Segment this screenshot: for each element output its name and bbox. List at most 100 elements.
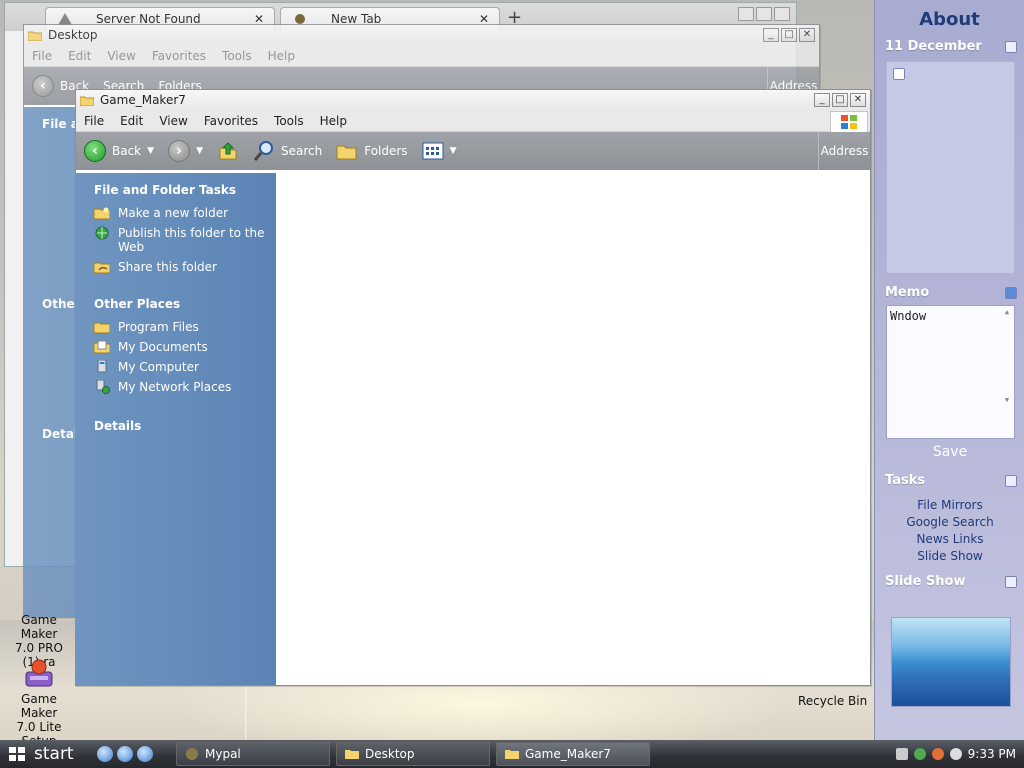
folder-icon xyxy=(80,96,94,106)
toolbar: ‹ Back ▼ › ▼ Search Folders ▼ Address xyxy=(76,132,870,170)
close-button[interactable]: ✕ xyxy=(799,28,815,42)
task-link-news-links[interactable]: News Links xyxy=(875,531,1024,548)
calendar-date: 11 December xyxy=(885,39,982,54)
details-heading[interactable]: Details xyxy=(94,419,276,433)
menu-favorites[interactable]: Favorites xyxy=(152,49,206,63)
up-folder-button[interactable] xyxy=(217,140,239,162)
chevron-down-icon[interactable]: ▼ xyxy=(147,146,154,156)
task-share-folder[interactable]: Share this folder xyxy=(76,257,276,277)
system-tray: 9:33 PM xyxy=(864,740,1024,768)
maximize-button[interactable]: □ xyxy=(832,93,848,107)
taskbar-label: Game_Maker7 xyxy=(525,747,611,761)
memo-textarea[interactable]: Wndow ▲ ▼ xyxy=(886,305,1015,439)
desktop-icon-recycle-bin[interactable]: Recycle Bin xyxy=(798,694,867,708)
minimize-button[interactable]: _ xyxy=(763,28,779,42)
windows-logo-icon xyxy=(9,747,25,761)
task-link-file-mirrors[interactable]: File Mirrors xyxy=(875,497,1024,514)
close-button[interactable]: ✕ xyxy=(850,93,866,107)
folders-button[interactable]: Folders xyxy=(336,141,408,161)
views-icon xyxy=(422,142,444,160)
memo-text: Wndow xyxy=(890,309,927,323)
ie-icon[interactable] xyxy=(117,746,133,762)
maximize-button[interactable] xyxy=(756,7,772,21)
slideshow-image[interactable] xyxy=(891,617,1011,707)
close-button[interactable] xyxy=(774,7,790,21)
menu-tools[interactable]: Tools xyxy=(274,114,304,128)
memo-scrollbar[interactable]: ▲ ▼ xyxy=(1002,308,1012,436)
clock[interactable]: 9:33 PM xyxy=(968,747,1016,761)
browser-icon[interactable] xyxy=(97,746,113,762)
network-icon xyxy=(96,380,110,394)
title-bar[interactable]: Game_Maker7 _ □ ✕ xyxy=(76,90,870,110)
share-folder-icon xyxy=(94,262,110,274)
calendar-settings-icon[interactable] xyxy=(1005,41,1017,53)
place-program-files[interactable]: Program Files xyxy=(76,317,276,337)
search-label: Search xyxy=(280,144,323,158)
menu-edit[interactable]: Edit xyxy=(68,49,91,63)
folder-icon xyxy=(505,750,519,759)
taskbar-button-desktop[interactable]: Desktop xyxy=(336,742,490,766)
task-publish-folder[interactable]: Publish this folder to the Web xyxy=(76,223,276,257)
place-my-documents[interactable]: My Documents xyxy=(76,337,276,357)
memo-settings-icon[interactable] xyxy=(1005,287,1017,299)
slideshow-settings-icon[interactable] xyxy=(1005,576,1017,588)
chevron-down-icon[interactable]: ▼ xyxy=(450,146,457,156)
icon-label: Game Maker xyxy=(20,692,58,720)
task-make-new-folder[interactable]: Make a new folder xyxy=(76,203,276,223)
file-folder-tasks-heading[interactable]: File and Folder Tasks xyxy=(94,183,276,197)
new-folder-icon xyxy=(94,207,110,220)
taskbar-button-mypal[interactable]: Mypal xyxy=(176,742,330,766)
back-button[interactable]: ‹ Back ▼ xyxy=(84,140,154,162)
window-controls: _ □ ✕ xyxy=(763,28,815,42)
title-bar[interactable]: Desktop _ □ ✕ xyxy=(24,25,819,45)
start-label: start xyxy=(34,744,74,764)
desktop-icon-game-maker-lite[interactable]: Game Maker 7.0 Lite Setup xyxy=(2,656,76,748)
forward-button[interactable]: › ▼ xyxy=(168,140,203,162)
search-tray-icon[interactable] xyxy=(931,748,944,760)
menu-favorites[interactable]: Favorites xyxy=(204,114,258,128)
maximize-button[interactable]: □ xyxy=(781,28,797,42)
back-arrow-icon: ‹ xyxy=(84,140,106,162)
media-player-icon[interactable] xyxy=(137,746,153,762)
taskbar-label: Mypal xyxy=(205,747,241,761)
about-heading[interactable]: About xyxy=(875,9,1024,30)
taskbar-button-game-maker7[interactable]: Game_Maker7 xyxy=(496,742,650,766)
minimize-button[interactable]: _ xyxy=(814,93,830,107)
calendar-panel xyxy=(886,61,1015,274)
address-label[interactable]: Address xyxy=(818,132,870,170)
menu-view[interactable]: View xyxy=(107,49,135,63)
menu-help[interactable]: Help xyxy=(320,114,347,128)
place-label: Program Files xyxy=(118,320,199,334)
folders-label: Folders xyxy=(364,144,408,158)
menu-file[interactable]: File xyxy=(32,49,52,63)
file-list-area[interactable] xyxy=(277,173,870,685)
network-tray-icon[interactable] xyxy=(913,748,926,760)
menu-edit[interactable]: Edit xyxy=(120,114,143,128)
menu-help[interactable]: Help xyxy=(268,49,295,63)
start-button[interactable]: start xyxy=(0,740,85,768)
documents-icon xyxy=(94,340,110,354)
task-link-google-search[interactable]: Google Search xyxy=(875,514,1024,531)
menu-tools[interactable]: Tools xyxy=(222,49,252,63)
window-title: Game_Maker7 xyxy=(100,93,186,107)
computer-icon xyxy=(97,360,107,373)
folder-icon xyxy=(345,750,359,759)
other-places-heading[interactable]: Other Places xyxy=(94,297,276,311)
views-button[interactable]: ▼ xyxy=(422,142,457,160)
place-my-computer[interactable]: My Computer xyxy=(76,357,276,377)
explorer-window[interactable]: Game_Maker7 _ □ ✕ File Edit View Favorit… xyxy=(75,89,871,686)
tasks-settings-icon[interactable] xyxy=(1005,475,1017,487)
forward-arrow-icon: › xyxy=(168,140,191,162)
chevron-down-icon[interactable]: ▼ xyxy=(196,146,203,156)
keyboard-icon[interactable] xyxy=(895,748,908,760)
place-my-network-places[interactable]: My Network Places xyxy=(76,377,276,397)
menu-file[interactable]: File xyxy=(84,114,104,128)
volume-icon[interactable] xyxy=(949,748,962,760)
task-link-slide-show[interactable]: Slide Show xyxy=(875,548,1024,565)
save-button[interactable]: Save xyxy=(875,444,1024,460)
search-button[interactable]: Search xyxy=(253,140,322,162)
search-icon xyxy=(253,141,273,161)
minimize-button[interactable] xyxy=(738,7,754,21)
memo-heading: Memo xyxy=(885,285,930,300)
menu-view[interactable]: View xyxy=(159,114,187,128)
